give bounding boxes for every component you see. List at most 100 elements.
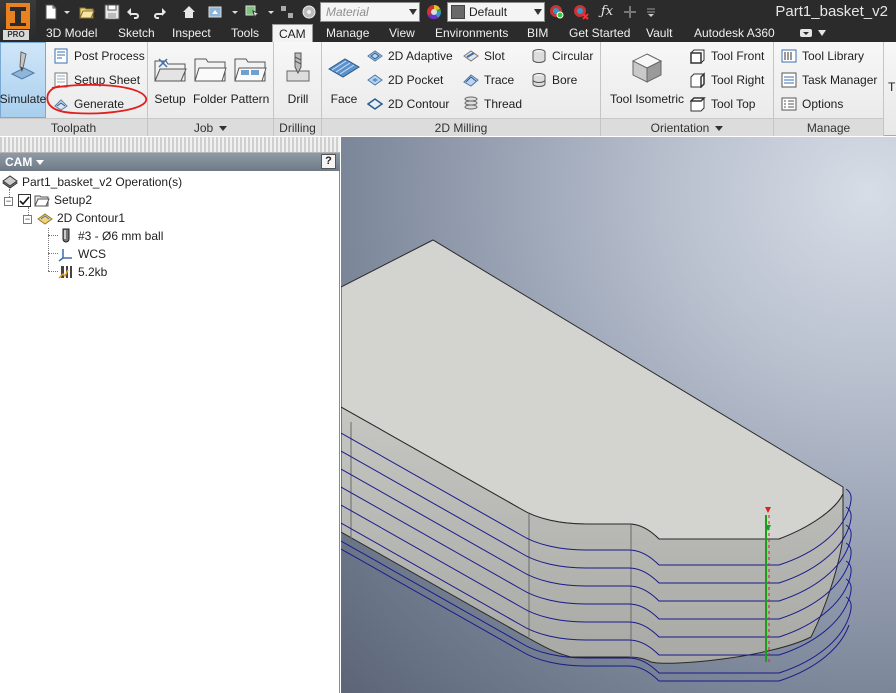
tree-setup-item[interactable]: Setup2 [18, 191, 92, 209]
save-icon[interactable] [103, 3, 121, 21]
color-wheel-icon[interactable] [425, 3, 443, 21]
appearance-pick-icon[interactable] [548, 3, 566, 21]
tree-tool-item[interactable]: #3 - Ø6 mm ball [58, 227, 163, 245]
graphics-viewport[interactable] [341, 137, 896, 693]
circular-icon [530, 47, 548, 65]
tool-front-button[interactable]: Tool Front [689, 46, 764, 66]
appearance-dropdown[interactable]: Default [447, 2, 545, 22]
tab-sketch[interactable]: Sketch [112, 24, 161, 42]
new-dropdown-icon[interactable] [58, 3, 76, 21]
add-icon[interactable] [621, 3, 639, 21]
nc-program-icon [58, 264, 74, 280]
tree-wcs-label: WCS [78, 247, 106, 261]
tab-manage[interactable]: Manage [320, 24, 375, 42]
setup-checkbox[interactable] [18, 193, 31, 207]
ribbon-tab-bar: 3D Model Sketch Inspect Tools CAM Manage… [0, 24, 896, 42]
home-icon[interactable] [180, 3, 198, 21]
cam-operations-icon [2, 174, 18, 190]
tab-environments[interactable]: Environments [429, 24, 514, 42]
tab-vault[interactable]: Vault [640, 24, 678, 42]
options-button[interactable]: Options [780, 94, 843, 114]
quick-access-toolbar: PRO Material Default ƒx Part1_basket_v2 [0, 0, 896, 42]
tool-right-label: Tool Right [711, 73, 765, 87]
setup-sheet-button[interactable]: Setup Sheet [52, 70, 140, 90]
tree-nc-item[interactable]: 5.2kb [58, 263, 107, 281]
appearance-clear-icon[interactable] [572, 3, 590, 21]
setup-button[interactable]: Setup [152, 46, 188, 116]
bore-label: Bore [552, 73, 578, 87]
2d-adaptive-button[interactable]: 2D Adaptive [366, 46, 453, 66]
tree-operation-item[interactable]: 2D Contour1 [37, 209, 126, 227]
thread-button[interactable]: Thread [462, 94, 522, 114]
chevron-down-icon [532, 3, 544, 21]
circular-button[interactable]: Circular [530, 46, 593, 66]
tree-connector [48, 271, 58, 272]
undo-icon[interactable] [125, 3, 143, 21]
setup-icon [152, 50, 188, 86]
tool-top-button[interactable]: Tool Top [689, 94, 755, 114]
panel-toggle-icon [800, 29, 812, 37]
tool-right-button[interactable]: Tool Right [689, 70, 764, 90]
tree-root-item[interactable]: Part1_basket_v2 Operation(s) [2, 173, 182, 191]
slot-button[interactable]: Slot [462, 46, 505, 66]
folder-button[interactable]: Folder [190, 46, 230, 116]
toolpath-panel: Simulate Post Process Setup Sheet Genera… [0, 42, 148, 136]
tab-inspect[interactable]: Inspect [166, 24, 217, 42]
collapse-toggle[interactable]: − [4, 197, 13, 206]
isometric-cube-icon [629, 50, 665, 86]
tab-cam[interactable]: CAM [272, 24, 313, 42]
chevron-down-icon [715, 126, 724, 132]
browser-grip-bar[interactable] [0, 137, 340, 153]
material-dropdown[interactable]: Material [320, 2, 420, 22]
tree-setup-label: Setup2 [54, 193, 93, 207]
ribbon-display-toggle[interactable] [800, 26, 830, 40]
setup-sheet-icon [52, 71, 70, 89]
toolpath-panel-title: Toolpath [50, 121, 97, 135]
orientation-panel-label[interactable]: Orientation [601, 118, 773, 136]
milling-2d-panel-title: 2D Milling [434, 121, 488, 135]
sphere-icon[interactable] [300, 3, 318, 21]
tool-isometric-button[interactable]: Tool Isometric [605, 46, 689, 116]
simulate-button[interactable]: Simulate [0, 42, 46, 118]
tab-3d-model[interactable]: 3D Model [40, 24, 103, 42]
tree-connector [48, 225, 49, 271]
fx-icon[interactable]: ƒx [598, 3, 616, 21]
update-dropdown-icon[interactable] [226, 3, 244, 21]
update-icon[interactable] [206, 3, 224, 21]
application-menu-button[interactable]: PRO [0, 0, 36, 42]
bore-button[interactable]: Bore [530, 70, 577, 90]
trace-button[interactable]: Trace [462, 70, 514, 90]
task-manager-button[interactable]: Task Manager [780, 70, 877, 90]
pattern-button[interactable]: Pattern [230, 46, 270, 116]
help-button[interactable]: ? [321, 154, 336, 169]
post-process-label: Post Process [74, 49, 145, 63]
folder-open-icon [34, 192, 50, 208]
select-icon[interactable] [244, 3, 262, 21]
tab-tools[interactable]: Tools [225, 24, 265, 42]
measure-icon[interactable] [278, 3, 296, 21]
tab-get-started[interactable]: Get Started [563, 24, 636, 42]
customize-icon[interactable] [642, 3, 660, 21]
2d-contour-button[interactable]: 2D Contour [366, 94, 449, 114]
2d-pocket-button[interactable]: 2D Pocket [366, 70, 443, 90]
generate-button[interactable]: Generate [52, 94, 124, 114]
open-icon[interactable] [78, 3, 96, 21]
manage-panel: Tool Library Task Manager Options Manage [774, 42, 884, 136]
redo-icon[interactable] [150, 3, 168, 21]
tree-wcs-item[interactable]: WCS [58, 245, 106, 263]
job-panel-label[interactable]: Job [148, 118, 273, 136]
task-manager-icon [780, 71, 798, 89]
collapse-toggle[interactable]: − [23, 215, 32, 224]
browser-header[interactable]: CAM ? [0, 153, 340, 171]
post-process-button[interactable]: Post Process [52, 46, 145, 66]
tab-view[interactable]: View [383, 24, 421, 42]
face-button[interactable]: Face [326, 46, 362, 116]
trace-icon [462, 71, 480, 89]
pattern-icon [232, 50, 268, 86]
drill-button[interactable]: Drill [280, 46, 316, 116]
thread-label: Thread [484, 97, 523, 111]
tab-autodesk-a360[interactable]: Autodesk A360 [688, 24, 781, 42]
manage-panel-title: Manage [806, 121, 851, 135]
tool-library-button[interactable]: Tool Library [780, 46, 864, 66]
tab-bim[interactable]: BIM [521, 24, 554, 42]
